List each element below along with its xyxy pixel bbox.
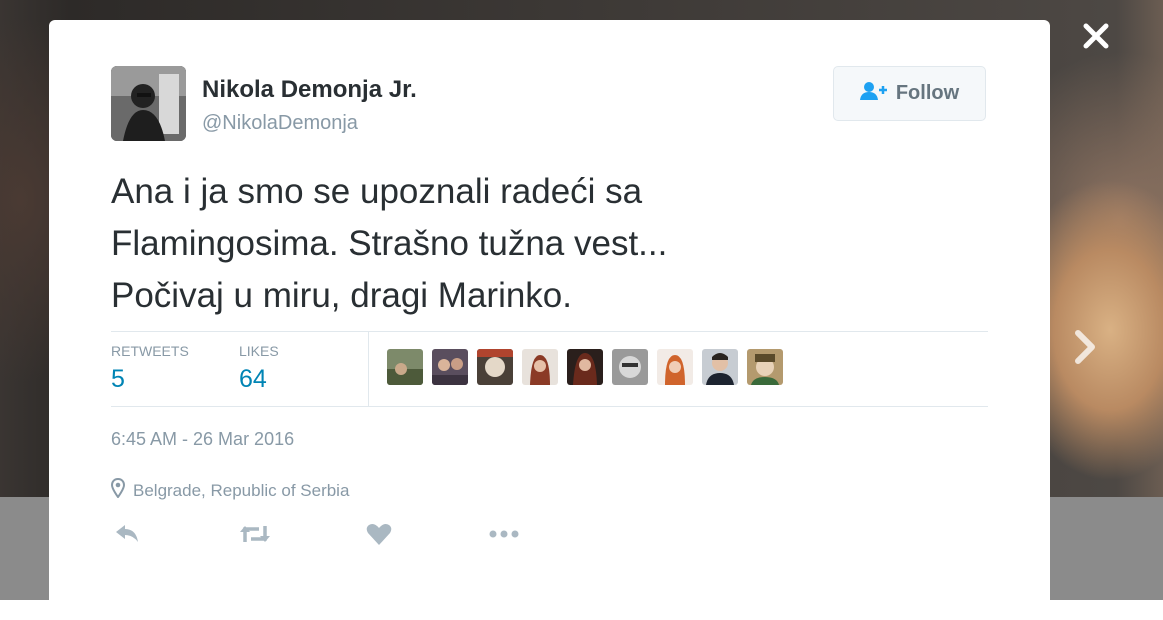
liker-avatar[interactable] bbox=[387, 349, 423, 385]
liker-avatar[interactable] bbox=[432, 349, 468, 385]
liker-avatar[interactable] bbox=[477, 349, 513, 385]
liker-avatar[interactable] bbox=[702, 349, 738, 385]
tweet-text: Ana i ja smo se upoznali radeći sa Flami… bbox=[111, 166, 971, 322]
like-heart-icon[interactable] bbox=[365, 520, 393, 550]
display-name[interactable]: Nikola Demonja Jr. bbox=[202, 76, 417, 104]
avatar[interactable] bbox=[111, 66, 186, 141]
tweet-location[interactable]: Belgrade, Republic of Serbia bbox=[110, 477, 350, 503]
reply-icon[interactable] bbox=[113, 520, 141, 550]
retweets-label: RETWEETS bbox=[111, 343, 189, 359]
tweet-card: Nikola Demonja Jr. @NikolaDemonja Follow… bbox=[49, 20, 1050, 620]
tweet-text-line: Flamingosima. Strašno tužna vest... bbox=[111, 224, 668, 263]
likes-count: 64 bbox=[239, 365, 267, 393]
likes-label: LIKES bbox=[239, 343, 279, 359]
retweets-count: 5 bbox=[111, 365, 125, 393]
location-text: Belgrade, Republic of Serbia bbox=[133, 480, 350, 500]
location-pin-icon bbox=[110, 477, 126, 503]
liker-avatar[interactable] bbox=[522, 349, 558, 385]
liker-avatars bbox=[387, 349, 783, 385]
tweet-stats: RETWEETS 5 LIKES 64 bbox=[111, 331, 988, 407]
retweet-icon[interactable] bbox=[238, 520, 272, 550]
liker-avatar[interactable] bbox=[567, 349, 603, 385]
tweet-text-line: Počivaj u miru, dragi Marinko. bbox=[111, 276, 572, 315]
add-user-icon bbox=[859, 81, 888, 106]
follow-button[interactable]: Follow bbox=[833, 66, 986, 121]
tweet-timestamp[interactable]: 6:45 AM - 26 Mar 2016 bbox=[111, 429, 294, 450]
liker-avatar[interactable] bbox=[657, 349, 693, 385]
more-icon[interactable] bbox=[487, 520, 521, 550]
liker-avatar[interactable] bbox=[747, 349, 783, 385]
close-icon[interactable] bbox=[1078, 18, 1114, 54]
tweet-text-line: Ana i ja smo se upoznali radeći sa bbox=[111, 172, 643, 211]
chevron-right-icon[interactable] bbox=[1068, 323, 1102, 371]
follow-button-label: Follow bbox=[895, 82, 960, 104]
stats-divider bbox=[368, 332, 369, 406]
liker-avatar[interactable] bbox=[612, 349, 648, 385]
user-handle[interactable]: @NikolaDemonja bbox=[202, 112, 358, 135]
